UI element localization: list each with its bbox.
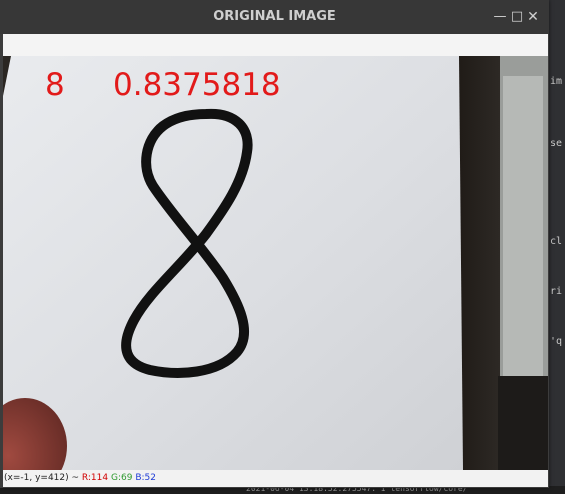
camera-image[interactable]: 8 0.8375818 [3,56,548,470]
pixel-blue-value: B:52 [135,473,156,483]
image-window: ORIGINAL IMAGE — □ ✕ 8 0.8375818 (x=-1, … [0,0,549,488]
predicted-digit: 8 [45,67,65,103]
close-icon[interactable]: ✕ [524,8,542,26]
minimize-icon[interactable]: — [491,8,509,26]
editor-fragment: cl [550,236,563,247]
prediction-confidence: 0.8375818 [113,67,281,103]
pixel-green-value: G:69 [110,473,133,483]
pixel-red-value: R:114 [81,473,109,483]
editor-fragment: se [550,138,563,149]
editor-fragment: im [550,76,563,87]
camera-frame [3,56,548,470]
window-toolbar [3,34,548,56]
status-bar: (x=-1, y=412) ~ R:114 G:69 B:52 [3,470,548,487]
editor-fragment: ri [550,286,563,297]
background-editor: im se cl ri 'q [548,0,565,494]
cursor-coordinates: (x=-1, y=412) ~ [4,473,80,483]
window-title: ORIGINAL IMAGE [213,9,336,24]
editor-fragment: 'q [550,336,563,347]
window-titlebar[interactable]: ORIGINAL IMAGE — □ ✕ [0,0,549,34]
